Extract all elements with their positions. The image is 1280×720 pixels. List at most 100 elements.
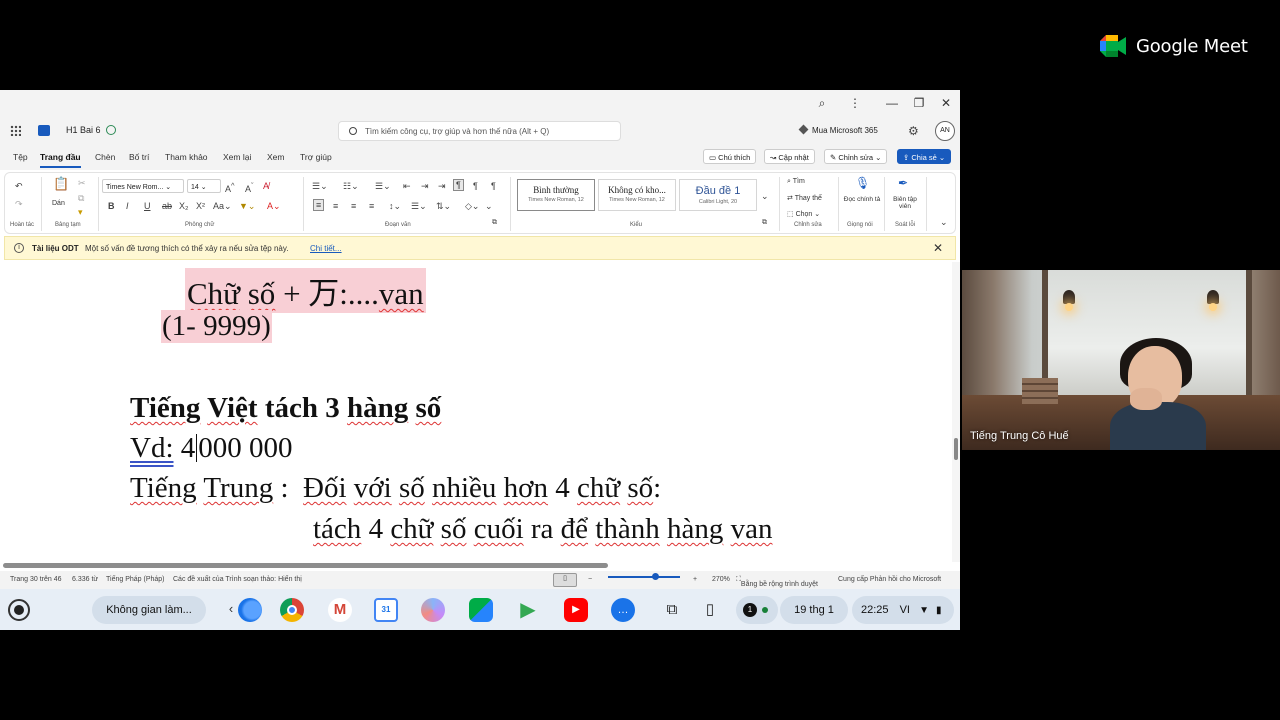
align-left-icon[interactable]: ≡ bbox=[313, 199, 325, 211]
language-status[interactable]: Tiếng Pháp (Pháp) bbox=[106, 576, 165, 583]
tab-insert[interactable]: Chèn bbox=[95, 152, 115, 162]
tab-home[interactable]: Trang đầu bbox=[40, 152, 81, 168]
scroll-thumb[interactable] bbox=[954, 438, 958, 460]
indent-icon[interactable]: ⇥ bbox=[438, 181, 446, 191]
paragraph-launcher-icon[interactable]: ⧉ bbox=[492, 218, 497, 228]
launcher-button[interactable] bbox=[8, 599, 30, 621]
play-store-icon[interactable]: ▶ bbox=[516, 598, 540, 622]
youtube-icon[interactable]: ▶ bbox=[564, 598, 588, 622]
multilevel-list-icon[interactable]: ☰⌄ bbox=[375, 181, 391, 191]
grow-font-icon[interactable]: A^ bbox=[225, 181, 235, 194]
app-launcher-icon[interactable] bbox=[10, 125, 21, 136]
borders-icon[interactable]: ⌄ bbox=[485, 201, 493, 211]
underline-icon[interactable]: U bbox=[144, 201, 151, 211]
meet-app-icon[interactable] bbox=[469, 598, 493, 622]
restore-button[interactable]: ❐ bbox=[911, 95, 927, 111]
undo-icon[interactable]: ↶ bbox=[15, 181, 23, 191]
zoom-in-icon[interactable]: + bbox=[693, 576, 697, 583]
zoom-level[interactable]: 270% bbox=[712, 576, 730, 583]
sort-icon[interactable]: ⇅⌄ bbox=[436, 201, 451, 211]
screen-capture-icon[interactable]: ⧉ bbox=[660, 598, 684, 622]
info-details-link[interactable]: Chi tiết... bbox=[310, 244, 342, 253]
search-input[interactable]: Tìm kiếm công cụ, trợ giúp và hơn thế nữ… bbox=[338, 121, 621, 141]
ribbon-collapse-icon[interactable]: ⌄ bbox=[940, 217, 948, 227]
zoom-out-icon[interactable]: − bbox=[588, 576, 592, 583]
files-app-icon[interactable] bbox=[238, 598, 262, 622]
decrease-indent-icon[interactable]: ⇤ bbox=[403, 181, 411, 191]
assistant-icon[interactable] bbox=[421, 598, 445, 622]
numbering-icon[interactable]: ☷⌄ bbox=[343, 181, 359, 191]
show-marks-icon[interactable]: ¶ bbox=[491, 181, 496, 191]
tab-help[interactable]: Trợ giúp bbox=[300, 152, 332, 162]
notification-center[interactable]: 1 bbox=[736, 596, 778, 624]
outlook-icon[interactable] bbox=[38, 125, 50, 136]
shrink-font-icon[interactable]: Aˇ bbox=[245, 181, 254, 194]
align-right-icon[interactable]: ≡ bbox=[351, 201, 356, 211]
select-button[interactable]: ⬚ Chọn ⌄ bbox=[787, 210, 820, 218]
fit-width-button[interactable]: ⛶ Bằng bề rộng trình duyệt bbox=[736, 576, 818, 588]
participant-tile[interactable]: Tiếng Trung Cô Huế bbox=[962, 270, 1280, 450]
system-tray[interactable]: 22:25 VI ▼ ▮ bbox=[852, 596, 954, 624]
style-no-spacing[interactable]: Không có kho... Times New Roman, 12 bbox=[598, 179, 676, 211]
clear-format-icon[interactable]: A̸ bbox=[263, 181, 269, 191]
more-options-icon[interactable]: ⋮ bbox=[847, 95, 863, 111]
microphone-icon[interactable]: 🎙 bbox=[855, 177, 870, 189]
gmail-icon[interactable]: M bbox=[328, 598, 352, 622]
feedback-link[interactable]: Cung cấp Phản hồi cho Microsoft bbox=[838, 576, 941, 583]
bullets-icon[interactable]: ☰⌄ bbox=[312, 181, 328, 191]
paste-icon[interactable]: 📋 bbox=[53, 177, 69, 190]
ltr-icon[interactable]: ¶ bbox=[453, 179, 464, 191]
close-icon[interactable]: ✕ bbox=[933, 241, 943, 255]
editor-icon[interactable]: ✒ bbox=[898, 177, 908, 189]
rtl-icon[interactable]: ¶ bbox=[473, 181, 478, 191]
share-button[interactable]: ⇪ Chia sẻ ⌄ bbox=[897, 149, 952, 164]
close-window-button[interactable]: ✕ bbox=[938, 95, 954, 111]
replace-button[interactable]: ⇄ Thay thế bbox=[787, 194, 822, 202]
cut-icon[interactable]: ✂ bbox=[78, 178, 86, 188]
font-color-icon[interactable]: A⌄ bbox=[267, 201, 281, 211]
align-center-icon[interactable]: ≡ bbox=[333, 201, 338, 211]
editing-mode-button[interactable]: ✎ Chỉnh sửa ⌄ bbox=[824, 149, 888, 164]
subscript-icon[interactable]: X₂ bbox=[179, 201, 189, 211]
document-name[interactable]: H1 Bai 6 bbox=[66, 125, 101, 135]
font-size-select[interactable]: 14 ⌄ bbox=[187, 179, 221, 193]
shading-icon[interactable]: ◇⌄ bbox=[465, 201, 479, 211]
minimize-button[interactable]: — bbox=[884, 95, 900, 111]
redo-icon[interactable]: ↷ bbox=[15, 199, 23, 209]
gear-icon[interactable]: ⚙ bbox=[908, 124, 919, 138]
bold-icon[interactable]: B bbox=[108, 201, 115, 211]
phone-hub-icon[interactable]: ▯ bbox=[698, 598, 722, 622]
styles-more-icon[interactable]: ⌄ bbox=[761, 191, 769, 201]
font-name-select[interactable]: Times New Rom... ⌄ bbox=[102, 179, 184, 193]
vertical-scrollbar[interactable] bbox=[952, 262, 960, 562]
tab-layout[interactable]: Bố trí bbox=[129, 152, 149, 162]
desk-button[interactable]: Không gian làm... bbox=[92, 596, 206, 624]
format-painter-icon[interactable]: ▾ bbox=[78, 207, 83, 217]
chrome-icon[interactable] bbox=[280, 598, 304, 622]
word-count[interactable]: 6.336 từ bbox=[72, 576, 98, 583]
paste-label[interactable]: Dán bbox=[52, 200, 65, 207]
tab-file[interactable]: Tệp bbox=[13, 152, 28, 162]
increase-indent-icon[interactable]: ⇥ bbox=[421, 181, 429, 191]
find-button[interactable]: ⌕ Tìm bbox=[787, 178, 805, 186]
catch-up-button[interactable]: ↝ Cập nhật bbox=[764, 149, 815, 164]
view-mode-icon[interactable]: ▯ bbox=[553, 573, 577, 587]
editor-label[interactable]: Biên tập viên bbox=[888, 196, 922, 210]
avatar[interactable]: AN bbox=[935, 121, 955, 141]
document-canvas[interactable]: Chữ số + 万:....van (1- 9999) Tiếng Việt … bbox=[0, 262, 952, 562]
highlight-icon[interactable]: ▼⌄ bbox=[239, 201, 255, 211]
date-button[interactable]: 19 thg 1 bbox=[780, 596, 848, 624]
saved-status-icon[interactable] bbox=[106, 125, 116, 135]
zoom-slider[interactable] bbox=[608, 573, 680, 580]
editor-suggestions[interactable]: Các đề xuất của Trình soạn thảo: Hiển th… bbox=[173, 576, 302, 583]
text-effects-icon[interactable]: Aa⌄ bbox=[213, 201, 232, 211]
styles-launcher-icon[interactable]: ⧉ bbox=[762, 218, 767, 228]
comments-button[interactable]: ▭ Chú thích bbox=[703, 149, 757, 164]
messages-icon[interactable]: … bbox=[611, 598, 635, 622]
line-spacing-icon[interactable]: ↕⌄ bbox=[389, 201, 401, 211]
tab-references[interactable]: Tham khảo bbox=[165, 152, 208, 162]
justify-icon[interactable]: ≡ bbox=[369, 201, 374, 211]
style-heading-1[interactable]: Đầu đề 1 Calibri Light, 20 bbox=[679, 179, 757, 211]
page-count[interactable]: Trang 30 trên 46 bbox=[10, 576, 62, 583]
style-normal[interactable]: Bình thường Times New Roman, 12 bbox=[517, 179, 595, 211]
